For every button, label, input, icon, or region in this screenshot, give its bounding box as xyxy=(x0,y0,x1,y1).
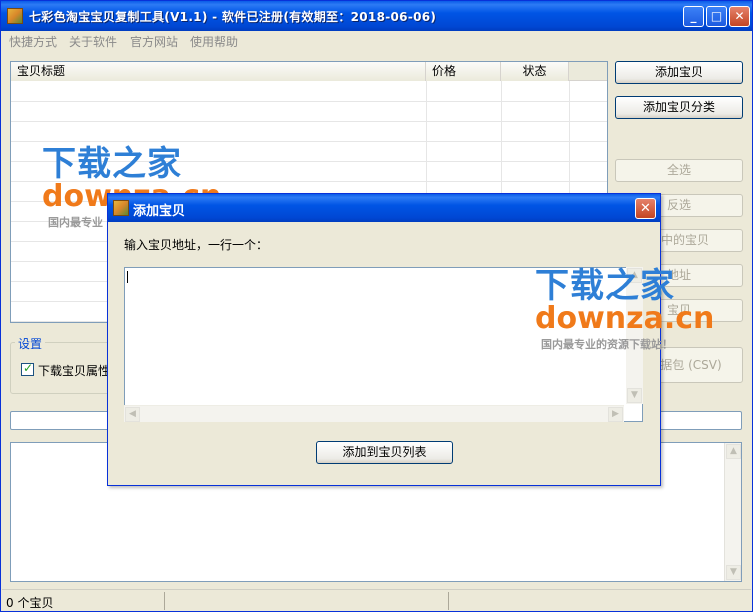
title-bar[interactable]: 七彩色淘宝宝贝复制工具(V1.1) - 软件已注册(有效期至：2018-06-0… xyxy=(1,1,752,31)
dialog-title: 添加宝贝 xyxy=(133,204,186,219)
scroll-up-icon[interactable]: ▲ xyxy=(726,444,741,459)
dialog-close-button[interactable]: ✕ xyxy=(635,198,656,219)
dialog-vertical-scrollbar[interactable]: ▲ ▼ xyxy=(626,267,643,404)
download-props-label[interactable]: 下载宝贝属性 xyxy=(38,362,110,379)
scroll-down-icon[interactable]: ▼ xyxy=(627,388,642,403)
menu-website[interactable]: 官方网站 xyxy=(130,33,178,50)
add-item-button[interactable]: 添加宝贝 xyxy=(615,61,743,84)
close-button[interactable]: ✕ xyxy=(729,6,750,27)
app-icon xyxy=(7,8,23,24)
status-divider xyxy=(448,592,449,610)
log-scrollbar[interactable]: ▲ ▼ xyxy=(724,443,741,581)
scroll-down-icon[interactable]: ▼ xyxy=(726,565,741,580)
dialog-app-icon xyxy=(113,200,129,216)
status-bar: 0 个宝贝 xyxy=(2,589,751,611)
status-divider xyxy=(164,592,165,610)
add-item-dialog: 添加宝贝 ✕ 输入宝贝地址，一行一个： ▲ ▼ ◀ ▶ 添加到宝贝列表 xyxy=(107,193,661,486)
menu-bar: 快捷方式 关于软件 官方网站 使用帮助 xyxy=(2,31,751,50)
dialog-horizontal-scrollbar[interactable]: ◀ ▶ xyxy=(124,405,624,422)
dialog-prompt: 输入宝贝地址，一行一个： xyxy=(124,238,269,252)
select-all-button[interactable]: 全选 xyxy=(615,159,743,182)
download-props-checkbox[interactable]: ✓ xyxy=(21,361,34,376)
grid-row-line xyxy=(11,161,607,162)
grid-row-line xyxy=(11,181,607,182)
list-header: 宝贝标题 价格 状态 xyxy=(11,62,607,81)
column-status[interactable]: 状态 xyxy=(501,62,569,81)
scroll-right-icon[interactable]: ▶ xyxy=(608,407,623,422)
scroll-up-icon[interactable]: ▲ xyxy=(627,268,642,283)
window-title: 七彩色淘宝宝贝复制工具(V1.1) - 软件已注册(有效期至：2018-06-0… xyxy=(29,10,437,24)
scroll-left-icon[interactable]: ◀ xyxy=(125,407,140,422)
url-textarea-frame: ▲ ▼ ◀ ▶ xyxy=(124,267,643,422)
grid-row-line xyxy=(11,101,607,102)
grid-row-line xyxy=(11,121,607,122)
text-caret xyxy=(127,271,128,283)
column-price[interactable]: 价格 xyxy=(426,62,501,81)
menu-help[interactable]: 使用帮助 xyxy=(190,33,238,50)
add-category-button[interactable]: 添加宝贝分类 xyxy=(615,96,743,119)
add-to-list-button[interactable]: 添加到宝贝列表 xyxy=(316,441,453,464)
column-title[interactable]: 宝贝标题 xyxy=(11,62,426,81)
menu-about[interactable]: 关于软件 xyxy=(69,33,117,50)
dialog-title-bar[interactable]: 添加宝贝 ✕ xyxy=(108,194,660,222)
minimize-button[interactable]: _ xyxy=(683,6,704,27)
menu-shortcuts[interactable]: 快捷方式 xyxy=(9,33,57,50)
maximize-button[interactable]: □ xyxy=(706,6,727,27)
status-item-count: 0 个宝贝 xyxy=(6,596,54,610)
grid-row-line xyxy=(11,141,607,142)
check-icon: ✓ xyxy=(23,361,34,375)
settings-group-label: 设置 xyxy=(15,335,46,352)
